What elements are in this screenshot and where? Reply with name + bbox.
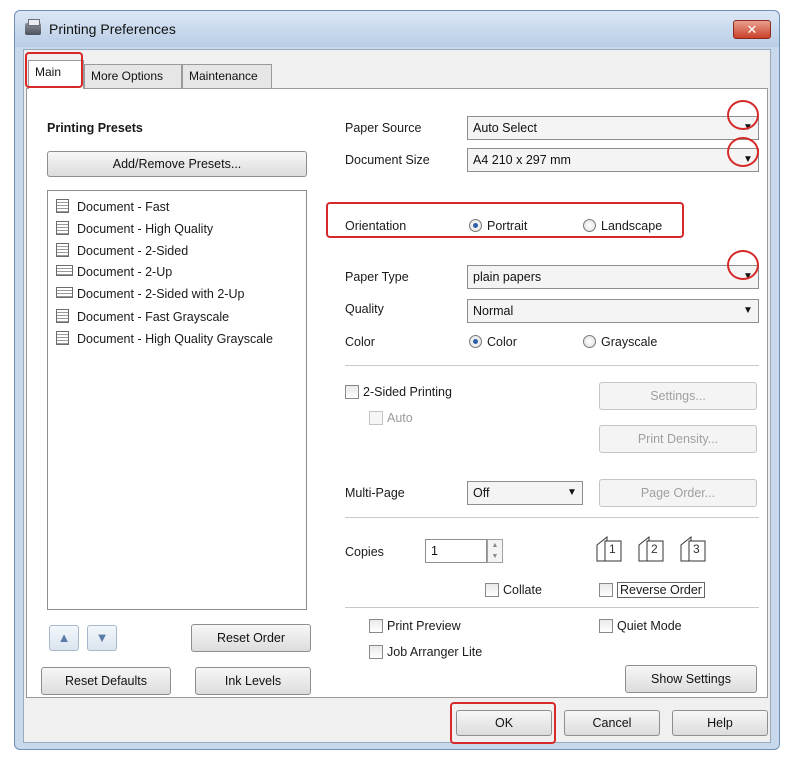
tab-more-options[interactable]: More Options [84,64,182,88]
copies-stepper[interactable]: ▲ ▼ [487,539,503,563]
reverse-order-label: Reverse Order [617,582,705,598]
dialog-client-area: Main More Options Maintenance Printing P… [23,49,771,743]
two-sided-printing-checkbox[interactable] [345,385,359,399]
list-item[interactable]: Document - 2-Sided [56,243,188,265]
color-option-label: Color [487,335,517,349]
chevron-down-icon: ▼ [743,122,753,133]
color-label: Color [345,335,375,349]
document-icon [56,199,69,213]
separator [345,517,759,518]
tab-maintenance[interactable]: Maintenance [182,64,272,88]
paper-type-select[interactable]: plain papers ▼ [467,265,759,289]
auto-label: Auto [387,411,413,425]
title-bar[interactable]: Printing Preferences ✕ [15,11,779,47]
close-button[interactable]: ✕ [733,20,771,39]
print-preview-label: Print Preview [387,619,461,633]
two-sided-document-icon [56,243,69,257]
reverse-order-checkbox[interactable] [599,583,613,597]
paper-source-label: Paper Source [345,121,422,135]
collate-pages-icon: 1 [595,533,627,563]
separator [345,365,759,366]
multi-page-select[interactable]: Off ▼ [467,481,583,505]
paper-source-select[interactable]: Auto Select ▼ [467,116,759,140]
move-up-button[interactable]: ▲ [49,625,79,651]
portrait-label: Portrait [487,219,528,233]
list-item[interactable]: Document - 2-Sided with 2-Up [56,287,244,309]
page-order-button[interactable]: Page Order... [599,479,757,507]
grayscale-radio[interactable] [583,335,596,348]
landscape-radio[interactable] [583,219,596,232]
job-arranger-lite-checkbox[interactable] [369,645,383,659]
portrait-radio[interactable] [469,219,482,232]
grayscale-option-label: Grayscale [601,335,658,349]
landscape-label: Landscape [601,219,663,233]
orientation-label: Orientation [345,219,407,233]
help-button[interactable]: Help [672,710,768,736]
presets-list[interactable]: Document - Fast Document - High Quality … [47,190,307,610]
copies-input[interactable]: 1 [425,539,487,563]
color-radio[interactable] [469,335,482,348]
quiet-mode-checkbox[interactable] [599,619,613,633]
collate-pages-icon: 2 [637,533,669,563]
collate-checkbox[interactable] [485,583,499,597]
list-item[interactable]: Document - High Quality [56,221,213,243]
list-item[interactable]: Document - Fast Grayscale [56,309,229,331]
grayscale-document-icon [56,309,69,323]
ink-levels-button[interactable]: Ink Levels [195,667,311,695]
job-arranger-lite-label: Job Arranger Lite [387,645,483,659]
main-tab-panel: Printing Presets Add/Remove Presets... D… [26,88,768,698]
two-sided-settings-button[interactable]: Settings... [599,382,757,410]
reset-order-button[interactable]: Reset Order [191,624,311,652]
chevron-down-icon: ▼ [743,305,753,316]
printing-preferences-window: Printing Preferences ✕ Main More Options… [14,10,780,750]
grayscale-document-icon [56,331,69,345]
document-size-label: Document Size [345,153,430,167]
chevron-down-icon: ▼ [567,487,577,498]
two-up-document-icon [56,287,73,298]
show-settings-button[interactable]: Show Settings [625,665,757,693]
paper-type-label: Paper Type [345,270,409,284]
collate-pages-icon: 3 [679,533,711,563]
tab-main[interactable]: Main [28,60,84,89]
window-title: Printing Preferences [49,21,176,37]
quality-label: Quality [345,302,384,316]
printer-icon [25,19,41,35]
printing-presets-heading: Printing Presets [47,121,143,135]
chevron-down-icon: ▼ [743,271,753,282]
auto-checkbox[interactable] [369,411,383,425]
collate-label: Collate [503,583,542,597]
chevron-down-icon: ▼ [743,154,753,165]
separator [345,607,759,608]
list-item[interactable]: Document - 2-Up [56,265,172,287]
document-icon [56,221,69,235]
list-item[interactable]: Document - High Quality Grayscale [56,331,273,353]
reset-defaults-button[interactable]: Reset Defaults [41,667,171,695]
print-density-button[interactable]: Print Density... [599,425,757,453]
two-sided-printing-label: 2-Sided Printing [363,385,452,399]
move-down-button[interactable]: ▼ [87,625,117,651]
two-up-document-icon [56,265,73,276]
ok-button[interactable]: OK [456,710,552,736]
document-size-select[interactable]: A4 210 x 297 mm ▼ [467,148,759,172]
print-preview-checkbox[interactable] [369,619,383,633]
cancel-button[interactable]: Cancel [564,710,660,736]
quality-select[interactable]: Normal ▼ [467,299,759,323]
multi-page-label: Multi-Page [345,486,405,500]
list-item[interactable]: Document - Fast [56,199,169,221]
add-remove-presets-button[interactable]: Add/Remove Presets... [47,151,307,177]
quiet-mode-label: Quiet Mode [617,619,682,633]
copies-label: Copies [345,545,384,559]
